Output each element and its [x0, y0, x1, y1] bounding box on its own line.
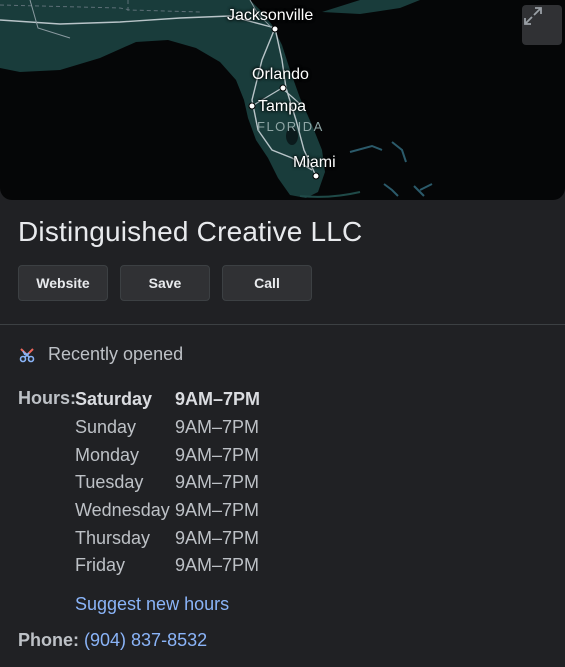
map-preview[interactable]: Jacksonville Orlando Tampa FLORIDA Miami	[0, 0, 565, 200]
phone-number-link[interactable]: (904) 837-8532	[84, 630, 207, 650]
hours-row: Monday 9AM–7PM	[75, 441, 260, 469]
hours-table: Saturday 9AM–7PM Sunday 9AM–7PM Monday 9…	[75, 386, 260, 580]
phone-label: Phone:	[18, 630, 79, 650]
hours-row-today: Saturday 9AM–7PM	[75, 386, 260, 414]
recently-opened-status: Recently opened	[18, 344, 183, 365]
hours-day: Sunday	[75, 417, 137, 438]
hours-row: Wednesday 9AM–7PM	[75, 497, 260, 525]
hours-time: 9AM–7PM	[175, 527, 260, 548]
hours-day: Wednesday	[75, 500, 170, 521]
hours-time: 9AM–7PM	[175, 555, 260, 576]
website-button[interactable]: Website	[18, 265, 108, 301]
hours-row: Friday 9AM–7PM	[75, 552, 260, 580]
orlando-dot	[279, 84, 287, 92]
suggest-new-hours-link[interactable]: Suggest new hours	[75, 594, 229, 615]
hours-day: Saturday	[75, 389, 153, 410]
save-button[interactable]: Save	[120, 265, 210, 301]
hours-day: Friday	[75, 555, 126, 576]
hours-row: Tuesday 9AM–7PM	[75, 469, 260, 497]
hours-time: 9AM–7PM	[175, 472, 260, 493]
hours-time: 9AM–7PM	[175, 389, 261, 410]
hours-day: Monday	[75, 444, 140, 465]
hours-day: Thursday	[75, 527, 151, 548]
hours-time: 9AM–7PM	[175, 417, 260, 438]
section-divider	[0, 324, 565, 325]
hours-row: Sunday 9AM–7PM	[75, 414, 260, 442]
hours-time: 9AM–7PM	[175, 444, 260, 465]
call-button[interactable]: Call	[222, 265, 312, 301]
jacksonville-dot	[271, 25, 279, 33]
state-label-florida: FLORIDA	[257, 119, 324, 134]
city-label-orlando: Orlando	[252, 66, 309, 83]
expand-icon	[524, 7, 542, 25]
business-name: Distinguished Creative LLC	[18, 216, 363, 247]
recently-opened-text: Recently opened	[48, 344, 184, 364]
ribbon-scissors-icon	[19, 347, 35, 362]
hours-row: Thursday 9AM–7PM	[75, 524, 260, 552]
hours-time: 9AM–7PM	[175, 500, 260, 521]
miami-dot	[312, 172, 320, 180]
city-label-tampa: Tampa	[258, 98, 307, 115]
coast-sliver	[322, 0, 420, 14]
hours-day: Tuesday	[75, 472, 144, 493]
tampa-dot	[248, 102, 256, 110]
hours-label: Hours:	[18, 388, 76, 408]
city-label-miami: Miami	[293, 154, 336, 171]
phone-row: Phone: (904) 837-8532	[18, 630, 207, 651]
expand-map-button[interactable]	[522, 5, 562, 45]
city-label-jacksonville: Jacksonville	[227, 7, 314, 24]
action-buttons: Website Save Call	[18, 265, 312, 301]
